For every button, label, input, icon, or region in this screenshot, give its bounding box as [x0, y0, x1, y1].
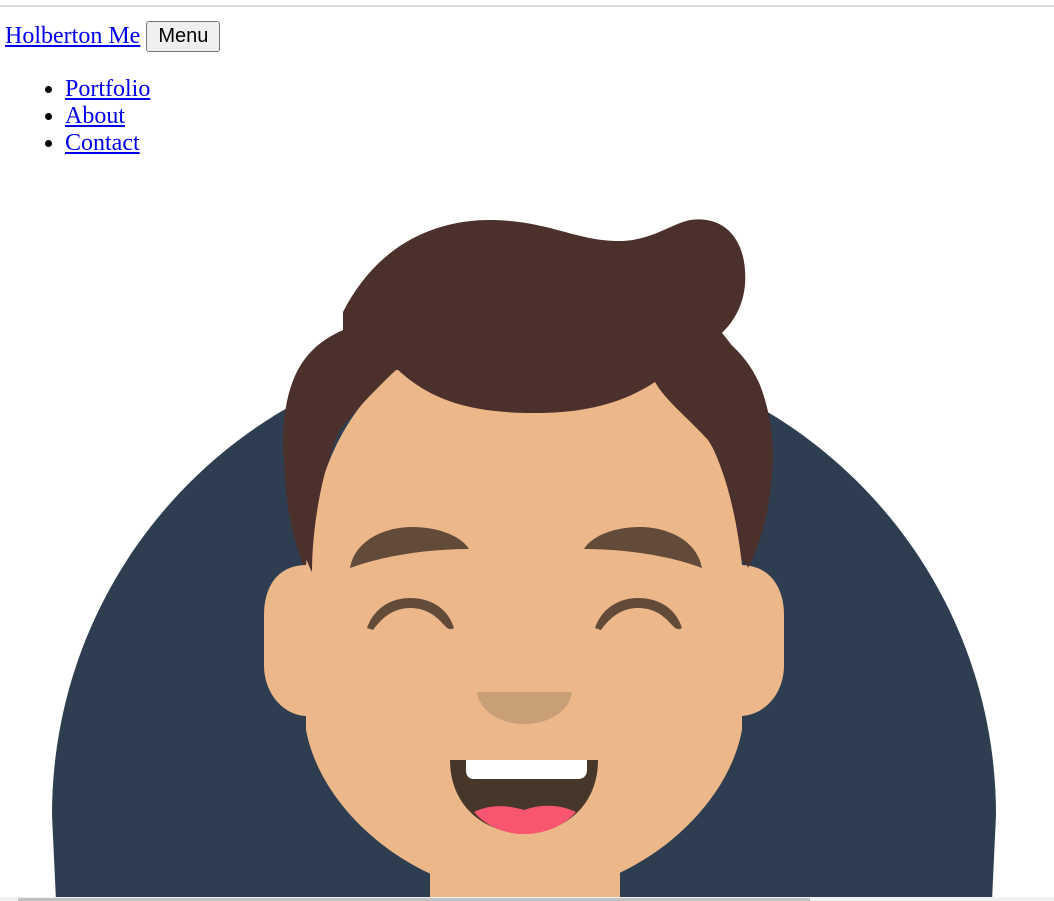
- top-divider: [0, 5, 1054, 7]
- menu-button[interactable]: Menu: [146, 20, 221, 52]
- nav-link-about[interactable]: About: [65, 103, 125, 129]
- nav-item-contact: Contact: [65, 128, 150, 156]
- nav-link-portfolio[interactable]: Portfolio: [65, 76, 150, 102]
- horizontal-scrollbar[interactable]: [0, 897, 1054, 901]
- nav-item-portfolio: Portfolio: [65, 74, 150, 102]
- site-header: Holberton Me Menu: [5, 20, 221, 52]
- nav-list: Portfolio About Contact: [0, 74, 150, 156]
- nav-link-contact[interactable]: Contact: [65, 130, 140, 156]
- avatar-illustration: [52, 219, 996, 901]
- nav-item-about: About: [65, 101, 150, 129]
- brand-link[interactable]: Holberton Me: [5, 20, 140, 52]
- avatar-teeth-icon: [466, 760, 587, 779]
